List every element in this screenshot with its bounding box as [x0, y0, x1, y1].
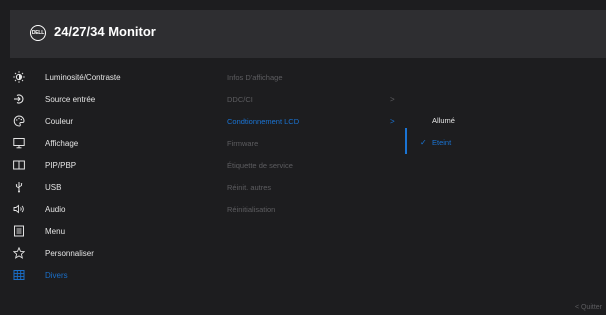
menu-item-label: Affichage: [45, 138, 79, 148]
option-on[interactable]: Allumé: [432, 110, 455, 130]
menu-item-label: Couleur: [45, 116, 74, 126]
option-off-label: Eteint: [432, 137, 452, 147]
menu-item-pip-pbp[interactable]: PIP/PBP: [0, 154, 218, 176]
menu-item-label: Menu: [45, 226, 66, 236]
quit-button[interactable]: < Quitter: [575, 304, 602, 311]
submenu-item-firmware[interactable]: Firmware: [227, 132, 397, 154]
menu-item-label: USB: [45, 182, 62, 192]
others-icon: [13, 269, 25, 281]
audio-icon: [13, 203, 25, 215]
menu-item-personalize[interactable]: Personnaliser: [0, 242, 218, 264]
pip-icon: [13, 159, 25, 171]
menu-item-label: Audio: [45, 204, 66, 214]
submenu-item-ddc-ci[interactable]: DDC/CI: [227, 88, 397, 110]
checkmark-icon: ✓: [420, 137, 427, 147]
menu-item-color[interactable]: Couleur: [0, 110, 218, 132]
brightness-icon: [13, 71, 25, 83]
option-off[interactable]: ✓ Eteint: [420, 132, 451, 152]
menu-item-brightness-contrast[interactable]: Luminosité/Contraste: [0, 66, 218, 88]
menu-item-label: Divers: [45, 270, 68, 280]
monitor-title: 24/27/34 Monitor: [54, 24, 156, 39]
menu-item-label: Source entrée: [45, 94, 96, 104]
display-icon: [13, 137, 25, 149]
dell-logo: DELL: [30, 25, 46, 41]
submenu-item-factory-reset[interactable]: Réinitialisation: [227, 198, 397, 220]
menu-item-label: Luminosité/Contraste: [45, 72, 121, 82]
selection-indicator: [405, 128, 407, 154]
menu-item-label: Personnaliser: [45, 248, 94, 258]
menu-item-audio[interactable]: Audio: [0, 198, 218, 220]
menu-item-menu[interactable]: Menu: [0, 220, 218, 242]
submenu-item-display-info[interactable]: Infos D'affichage: [227, 66, 397, 88]
input-source-icon: [13, 93, 25, 105]
star-icon: [13, 247, 25, 259]
submenu-item-lcd-conditioning[interactable]: Condtionnement LCD: [227, 110, 397, 132]
submenu-item-service-tag[interactable]: Étiquette de service: [227, 154, 397, 176]
usb-icon: [13, 181, 25, 193]
menu-icon: [13, 225, 25, 237]
menu-item-usb[interactable]: USB: [0, 176, 218, 198]
menu-item-label: PIP/PBP: [45, 160, 77, 170]
osd-header: DELL 24/27/34 Monitor: [10, 10, 606, 58]
menu-item-display[interactable]: Affichage: [0, 132, 218, 154]
chevron-right-icon: >: [390, 116, 395, 126]
submenu-item-reset-others[interactable]: Réinit. autres: [227, 176, 397, 198]
menu-item-others[interactable]: Divers: [0, 264, 218, 286]
chevron-right-icon: >: [390, 94, 395, 104]
color-icon: [13, 115, 25, 127]
menu-item-input-source[interactable]: Source entrée: [0, 88, 218, 110]
